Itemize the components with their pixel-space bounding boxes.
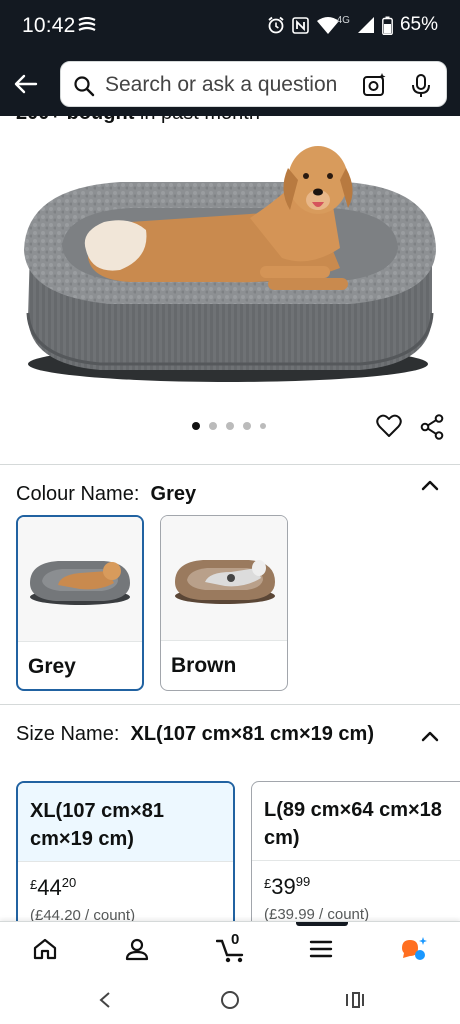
size-option-price: £4420 [30, 875, 77, 900]
carousel-dot[interactable] [209, 422, 217, 430]
image-carousel-indicator [192, 422, 266, 430]
colour-selected-value: Grey [150, 483, 197, 505]
nav-rufus[interactable] [396, 934, 430, 964]
account-icon [125, 938, 149, 961]
back-arrow-icon [14, 74, 38, 94]
size-card-separator [252, 860, 460, 861]
carousel-dot[interactable] [192, 422, 200, 430]
heart-icon [376, 414, 402, 437]
size-selected-value: XL(107 cm×81 cm×19 cm) [130, 723, 375, 745]
camera-icon [363, 73, 386, 96]
home-circle-icon [221, 991, 239, 1009]
colour-option-grey[interactable]: Grey [16, 515, 144, 691]
rufus-icon [402, 937, 427, 960]
system-home-button[interactable] [217, 987, 243, 1013]
system-recents-button[interactable] [342, 987, 368, 1013]
swatch-separator [161, 640, 287, 641]
add-to-list-button[interactable] [376, 414, 402, 443]
colour-label-text: Colour Name: [16, 483, 140, 505]
search-header: Search or ask a question [0, 54, 460, 116]
colour-collapse-button[interactable] [418, 474, 442, 498]
colour-option-label: Brown [171, 654, 237, 677]
system-navigation-bar [0, 975, 460, 1024]
colour-thumbnail-brown [161, 516, 287, 640]
status-time: 10:42 [22, 14, 76, 37]
microphone-icon [412, 74, 430, 97]
bottom-navigation: 0 [0, 921, 460, 975]
battery-percent: 65% [399, 14, 438, 35]
nfc-icon [291, 16, 309, 34]
colour-option-label: Grey [28, 655, 76, 678]
carousel-dot[interactable] [243, 422, 251, 430]
size-name-label: Size Name: XL(107 cm×81 cm×19 cm) [16, 720, 386, 748]
carousel-dot[interactable] [260, 423, 266, 429]
chevron-up-icon [421, 480, 439, 491]
size-option-l[interactable]: L(89 cm×64 cm×18 cm) £3999 (£39.99 / cou… [251, 781, 460, 941]
carousel-dot[interactable] [226, 422, 234, 430]
size-collapse-button[interactable] [418, 725, 442, 749]
colour-thumbnail-grey [18, 517, 142, 641]
cart-count: 0 [231, 931, 240, 948]
system-back-button[interactable] [92, 987, 118, 1013]
menu-icon [309, 940, 333, 958]
camera-search-button[interactable] [362, 72, 388, 103]
size-card-separator [18, 861, 233, 862]
battery-icon [382, 16, 393, 35]
wifi-icon: 4G [316, 14, 350, 35]
data-saver-icon [78, 16, 96, 38]
search-input[interactable]: Search or ask a question [60, 61, 447, 107]
home-icon [33, 938, 57, 960]
alarm-icon [267, 16, 285, 34]
recents-icon [346, 992, 364, 1008]
size-option-label: XL(107 cm×81 cm×19 cm) [18, 783, 233, 861]
share-button[interactable] [420, 414, 444, 445]
chevron-up-icon [421, 731, 439, 742]
swatch-separator [18, 641, 142, 642]
product-image[interactable] [0, 118, 460, 410]
nav-account[interactable] [120, 934, 154, 964]
size-option-xl[interactable]: XL(107 cm×81 cm×19 cm) £4420 (£44.20 / c… [16, 781, 235, 941]
search-placeholder: Search or ask a question [105, 73, 338, 96]
size-option-price: £3999 [264, 874, 311, 899]
chevron-left-icon [99, 992, 110, 1008]
colour-name-label: Colour Name: Grey [16, 483, 196, 506]
network-type: 4G [336, 14, 350, 26]
status-bar: 10:42 4G 65% [0, 0, 460, 54]
voice-search-button[interactable] [410, 73, 432, 104]
signal-icon [357, 16, 375, 34]
search-icon [73, 75, 95, 102]
nav-home[interactable] [28, 934, 62, 964]
size-label-text: Size Name: [16, 723, 120, 745]
nav-cart[interactable]: 0 [212, 931, 252, 964]
back-button[interactable] [8, 66, 44, 102]
colour-option-brown[interactable]: Brown [160, 515, 288, 691]
share-icon [420, 414, 444, 440]
nav-menu[interactable] [304, 934, 338, 964]
section-divider [0, 704, 460, 705]
active-tab-indicator [296, 922, 348, 926]
size-option-label: L(89 cm×64 cm×18 cm) [264, 799, 442, 849]
section-divider [0, 464, 460, 465]
